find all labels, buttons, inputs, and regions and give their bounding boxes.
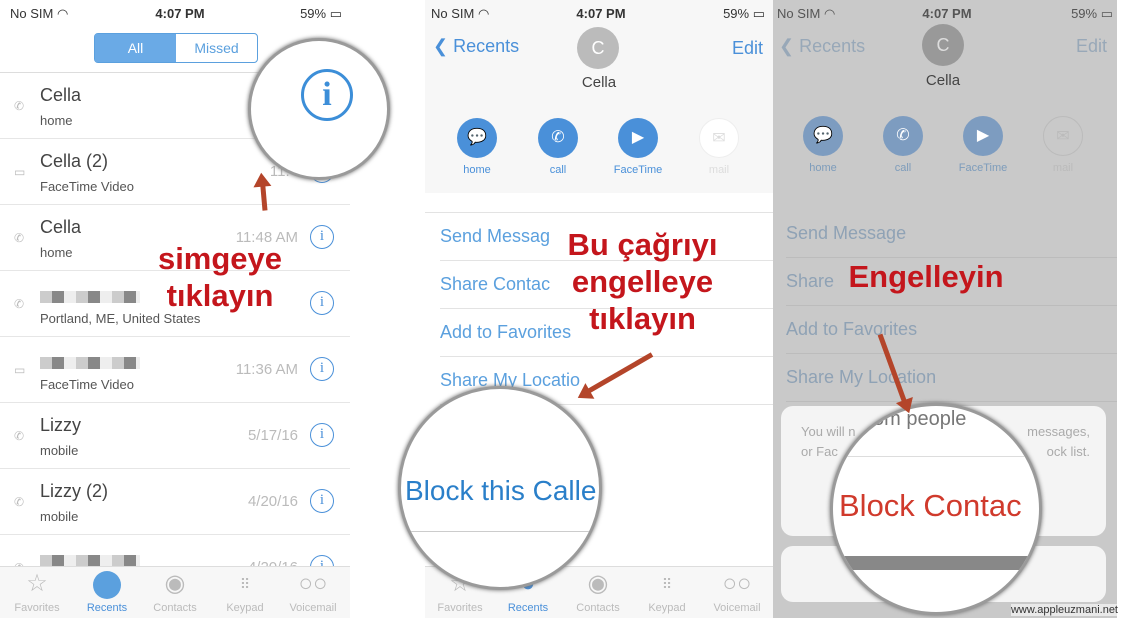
call-type: home — [40, 113, 73, 128]
mail-icon: ✉ — [699, 118, 739, 158]
call-time: 11:36 AM — [235, 361, 298, 378]
phone-icon: ✆ — [14, 495, 25, 509]
caller-name: Lizzy (2) — [40, 481, 109, 501]
tab-voicemail[interactable]: ○○ Voicemail — [702, 566, 772, 618]
back-button[interactable]: ❮ Recents — [779, 36, 865, 57]
video-icon: ▶ — [618, 118, 658, 158]
action-mail[interactable]: ✉ mail — [689, 118, 749, 176]
contact-name: Cella — [581, 74, 617, 91]
call-type: home — [40, 245, 73, 260]
back-button[interactable]: ❮ Recents — [433, 36, 519, 57]
call-type: mobile — [40, 443, 79, 458]
info-icon[interactable]: i — [310, 291, 334, 315]
redacted-number — [40, 287, 140, 308]
action-mail[interactable]: ✉ mail — [1033, 116, 1093, 174]
info-icon[interactable]: i — [310, 225, 334, 249]
tab-contacts[interactable]: ◉ Contacts — [563, 566, 633, 618]
phone-icon: ✆ — [538, 118, 578, 158]
tab-keypad[interactable]: ⠿ Keypad — [210, 566, 280, 618]
info-icon[interactable]: i — [310, 423, 334, 447]
edit-button[interactable]: Edit — [732, 38, 763, 59]
call-time: 4/20/16 — [247, 493, 298, 510]
annotation-tap-icon: simgeye tıklayın — [157, 241, 283, 313]
magnifier-info: i — [248, 38, 390, 180]
caller-name: Cella — [40, 85, 82, 105]
clock: 4:07 PM — [155, 6, 205, 21]
magnifier-block-contact: om people Block Contac — [830, 403, 1042, 615]
contacts-icon: ◉ — [164, 570, 186, 597]
info-icon[interactable]: i — [310, 357, 334, 381]
caller-name: Lizzy — [40, 415, 82, 435]
action-message[interactable]: 💬 home — [793, 116, 853, 174]
call-time: 5/17/16 — [247, 427, 298, 444]
tab-voicemail[interactable]: ○○ Voicemail — [278, 566, 348, 618]
watermark: www.appleuzmani.net — [1010, 604, 1118, 616]
action-facetime[interactable]: ▶ FaceTime — [608, 118, 668, 176]
panel-recents: No SIM ◠ 4:07 PM 59% ▭ All Missed ✆ Cell… — [0, 0, 390, 618]
call-type: FaceTime Video — [40, 377, 134, 392]
annotation-block: Engelleyin — [848, 259, 1004, 294]
battery: 59% ▭ — [300, 6, 342, 21]
avatar: C — [922, 24, 964, 66]
message-icon: 💬 — [457, 118, 497, 158]
action-call[interactable]: ✆ call — [873, 116, 933, 174]
star-icon: ☆ — [26, 570, 48, 597]
tab-recents[interactable]: Recents — [72, 566, 142, 618]
add-to-favorites[interactable]: Add to Favorites — [786, 306, 1117, 354]
action-facetime[interactable]: ▶ FaceTime — [953, 116, 1013, 174]
clock-icon — [72, 566, 142, 602]
info-icon[interactable]: i — [310, 489, 334, 513]
phone-icon: ✆ — [14, 231, 25, 245]
segment-missed[interactable]: Missed — [176, 34, 257, 62]
redacted-number — [40, 353, 140, 374]
segment-all[interactable]: All — [95, 34, 176, 62]
call-row[interactable]: ▭ FaceTime Video 11:36 AM i — [0, 337, 350, 403]
block-this-caller[interactable]: Block this Calle — [405, 475, 596, 507]
edit-button[interactable]: Edit — [1076, 36, 1107, 57]
info-icon-magnified[interactable]: i — [301, 69, 353, 121]
magnifier-block-caller: Block this Calle — [398, 386, 602, 590]
tab-keypad[interactable]: ⠿ Keypad — [632, 566, 702, 618]
status-bar: No SIM ◠ 4:07 PM 59% ▭ — [10, 6, 350, 22]
call-row[interactable]: ✆ Lizzy mobile 5/17/16 i — [0, 403, 350, 469]
avatar: C — [577, 27, 619, 69]
contact-name: Cella — [925, 72, 961, 89]
status-bar: No SIM ◠ 4:07 PM 59% ▭ — [431, 6, 765, 21]
tab-favorites[interactable]: ☆ Favorites — [2, 566, 72, 618]
chevron-left-icon: ❮ — [433, 36, 449, 56]
action-call[interactable]: ✆ call — [528, 118, 588, 176]
block-contact-button[interactable]: Block Contac — [839, 488, 1022, 524]
phone-icon: ✆ — [14, 297, 25, 311]
segmented-control: All Missed — [94, 33, 258, 63]
share-my-location[interactable]: Share My Location — [786, 354, 1117, 402]
video-icon: ▭ — [14, 165, 26, 179]
call-type: FaceTime Video — [40, 179, 134, 194]
tab-bar: ☆ Favorites Recents ◉ Contacts ⠿ Keypad ○○ V… — [0, 566, 350, 618]
tab-contacts[interactable]: ◉ Contacts — [140, 566, 210, 618]
voicemail-icon: ○○ — [298, 570, 328, 597]
phone-icon: ✆ — [14, 99, 25, 113]
phone-icon: ✆ — [14, 429, 25, 443]
action-message[interactable]: 💬 home — [447, 118, 507, 176]
call-type: mobile — [40, 509, 79, 524]
annotation-block-caller: Bu çağrıyı engelleye tıklayın — [567, 227, 718, 336]
caller-name: Cella — [40, 217, 82, 237]
video-icon: ▭ — [14, 363, 26, 377]
keypad-icon: ⠿ — [239, 576, 251, 592]
caller-name: Cella (2) — [40, 151, 109, 171]
send-message[interactable]: Send Message — [786, 210, 1117, 258]
call-row[interactable]: ✆ Lizzy (2) mobile 4/20/16 i — [0, 469, 350, 535]
